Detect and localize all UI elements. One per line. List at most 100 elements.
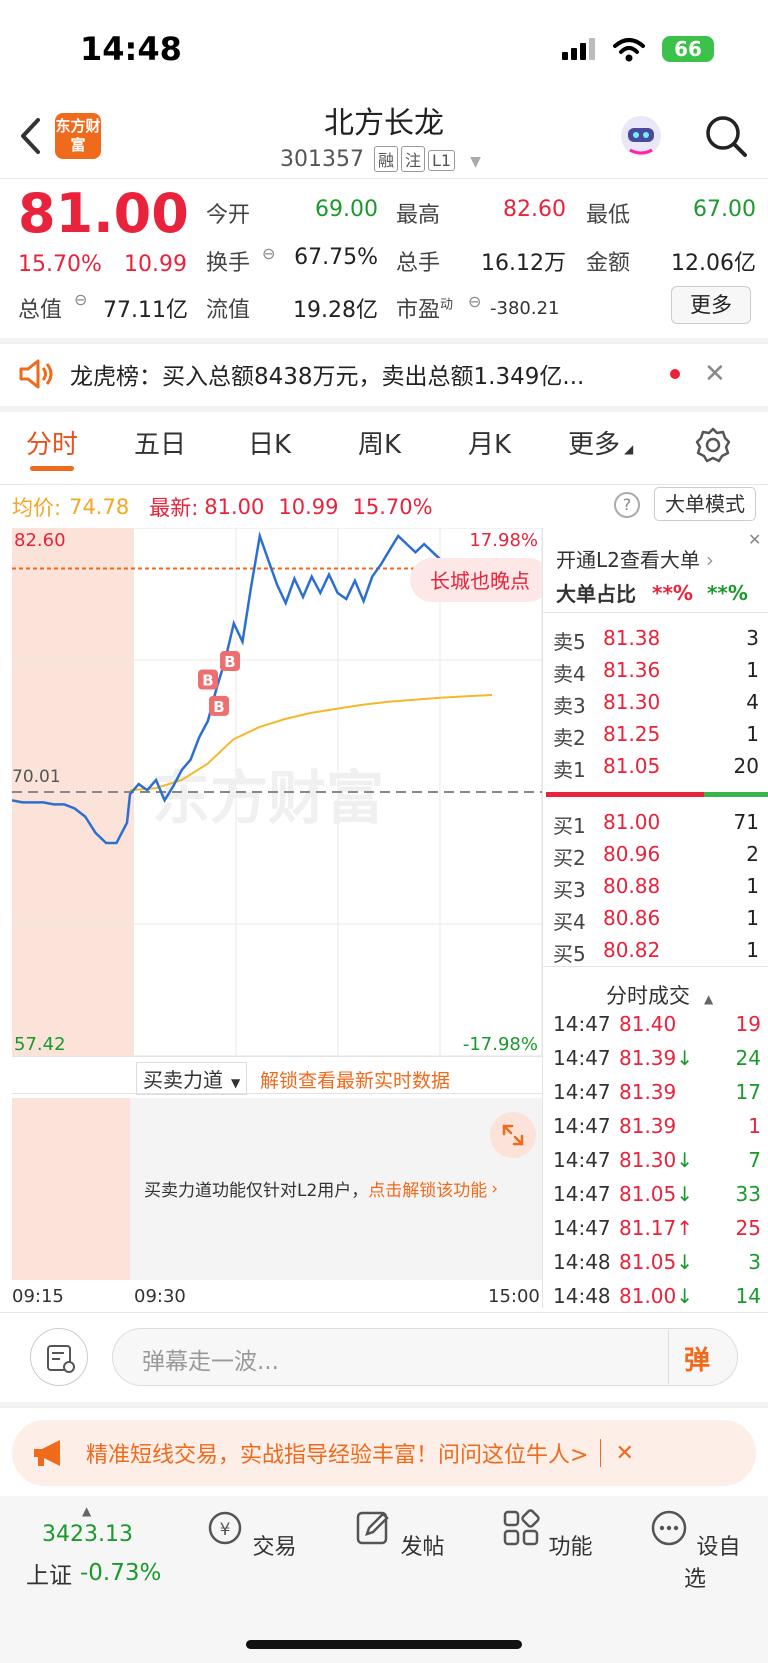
y-max-label: 82.60 <box>14 530 66 551</box>
close-icon[interactable]: ✕ <box>748 530 761 549</box>
low-value: 67.00 <box>693 197 756 222</box>
volume-value: 16.12万 <box>481 251 566 276</box>
dropdown-icon: ▼ <box>470 154 481 170</box>
ask-row[interactable]: 卖3 81.30 4 <box>553 690 763 719</box>
stock-code-row[interactable]: 301357 融注 L1 ▼ <box>280 146 481 172</box>
robot-assistant-icon[interactable] <box>616 112 666 160</box>
trade-direction: ↓ <box>676 1046 694 1070</box>
registration-tag: 注 <box>401 146 426 172</box>
tab-daily-k[interactable]: 日K <box>248 424 291 461</box>
gear-icon[interactable] <box>694 426 732 464</box>
trade-volume: 33 <box>735 1182 761 1206</box>
ask-label: 卖1 <box>553 758 586 782</box>
trade-volume: 3 <box>748 1250 761 1274</box>
expand-button[interactable] <box>490 1112 536 1158</box>
bid-volume: 1 <box>746 906 759 930</box>
ask-price: 81.25 <box>603 722 661 746</box>
trade-icon: ¥ <box>209 1511 242 1545</box>
tab-more[interactable]: 更多 ◢ <box>568 424 633 461</box>
index-row[interactable]: 上证 -0.73% <box>26 1556 161 1590</box>
trade-price: 81.17 <box>619 1216 677 1240</box>
tab-monthly-k[interactable]: 月K <box>468 424 511 461</box>
big-order-mode-button[interactable]: 大单模式 <box>654 487 756 521</box>
turnover-label: 换手 <box>206 251 251 276</box>
trade-time: 14:47 <box>553 1046 611 1070</box>
search-icon[interactable] <box>704 114 748 158</box>
promo-text: 精准短线交易，实战指导经验丰富！问问这位牛人> <box>86 1443 589 1468</box>
promo-bar[interactable]: 精准短线交易，实战指导经验丰富！问问这位牛人> ✕ <box>12 1420 756 1486</box>
x-label-open: 09:30 <box>134 1286 186 1307</box>
high-value: 82.60 <box>503 197 566 222</box>
ask-row[interactable]: 卖4 81.36 1 <box>553 658 763 687</box>
pct-min-label: -17.98% <box>463 1034 538 1055</box>
trade-time: 14:47 <box>553 1080 611 1104</box>
tab-weekly-k[interactable]: 周K <box>358 424 401 461</box>
intraday-chart[interactable]: 东方财富 BBB 82.60 57.42 70.01 17.98% -17.98… <box>12 528 542 1056</box>
trade-price: 81.40 <box>619 1012 677 1036</box>
change-amount: 10.99 <box>124 252 187 277</box>
current-price: 81.00 <box>18 182 189 245</box>
trade-volume: 25 <box>735 1216 761 1240</box>
nav-add-watchlist[interactable]: 设自选 <box>640 1508 750 1593</box>
chart-info-line: 均价: 74.78 最新: 81.00 10.99 15.70% <box>12 490 433 524</box>
unlock-feature-link[interactable]: 点击解锁该功能 <box>368 1176 487 1201</box>
buy-marker-label: B <box>202 672 213 690</box>
trade-volume: 19 <box>735 1012 761 1036</box>
grid-icon <box>504 1509 541 1546</box>
bid-row[interactable]: 买3 80.88 1 <box>553 874 763 903</box>
bid-row[interactable]: 买1 81.00 71 <box>553 810 763 839</box>
trade-row: 14:47 81.05↓ 33 <box>553 1182 763 1206</box>
nav-post[interactable]: 发帖 <box>344 1508 454 1561</box>
close-icon[interactable]: ✕ <box>615 1441 633 1466</box>
edit-icon <box>357 1511 390 1545</box>
info-dots-icon[interactable]: ⊖ <box>468 292 481 311</box>
send-danmaku-button[interactable]: 弹 <box>684 1340 710 1377</box>
bid-row[interactable]: 买2 80.96 2 <box>553 842 763 871</box>
trade-volume: 24 <box>735 1046 761 1070</box>
ask-row[interactable]: 卖2 81.25 1 <box>553 722 763 751</box>
notice-bar[interactable]: 龙虎榜：买入总额8438万元，卖出总额1.349亿... ✕ <box>0 342 768 406</box>
high-label: 最高 <box>396 203 441 228</box>
latest-change: 10.99 <box>278 495 339 519</box>
close-icon[interactable]: ✕ <box>704 359 726 389</box>
l2-upgrade-link[interactable]: 开通L2查看大单 › <box>556 544 714 573</box>
megaphone-icon <box>34 1440 60 1466</box>
index-value[interactable]: 3423.13 <box>42 1522 133 1547</box>
big-order-ratio: 大单占比 **% **% <box>556 580 748 607</box>
unlock-realtime-link[interactable]: 解锁查看最新实时数据 <box>260 1066 450 1093</box>
power-selector[interactable]: 买卖力道 ▼ <box>136 1062 248 1095</box>
trade-row: 14:47 81.39 17 <box>553 1080 763 1104</box>
ask-row[interactable]: 卖1 81.05 20 <box>553 754 763 783</box>
watermark-text: 东方财富 <box>152 764 384 832</box>
trade-price: 81.05 <box>619 1250 677 1274</box>
unread-dot <box>670 369 680 379</box>
avg-value: 74.78 <box>69 495 130 519</box>
help-icon[interactable]: ? <box>614 492 640 518</box>
ask-volume: 20 <box>733 754 759 778</box>
trade-row: 14:47 81.39↓ 24 <box>553 1046 763 1070</box>
trade-price: 81.39 <box>619 1046 677 1070</box>
volume-label: 总手 <box>396 251 441 276</box>
bid-row[interactable]: 买4 80.86 1 <box>553 906 763 935</box>
x-label-start: 09:15 <box>12 1286 64 1307</box>
trade-price: 81.00 <box>619 1284 677 1308</box>
info-dots-icon[interactable]: ⊖ <box>74 290 87 309</box>
bid-row[interactable]: 买5 80.82 1 <box>553 938 763 967</box>
more-button[interactable]: 更多 <box>671 286 751 324</box>
tab-intraday[interactable]: 分时 <box>26 424 78 461</box>
speaker-icon <box>19 359 53 389</box>
trades-header[interactable]: 分时成交 ▲ <box>606 980 713 1010</box>
y-min-label: 57.42 <box>14 1034 66 1055</box>
tab-five-day[interactable]: 五日 <box>134 424 186 461</box>
nav-functions[interactable]: 功能 <box>492 1508 602 1561</box>
info-dots-icon[interactable]: ⊖ <box>262 244 275 263</box>
ask-row[interactable]: 卖5 81.38 3 <box>553 626 763 655</box>
nav-trade[interactable]: ¥ 交易 <box>196 1508 306 1561</box>
bid-price: 81.00 <box>603 810 661 834</box>
status-time: 14:48 <box>80 30 182 68</box>
pct-max-label: 17.98% <box>469 530 538 551</box>
danmaku-settings-button[interactable] <box>30 1328 88 1386</box>
ask-label: 卖5 <box>553 630 586 654</box>
avg-label: 均价: <box>12 496 62 520</box>
more-dots-icon <box>652 1510 687 1546</box>
